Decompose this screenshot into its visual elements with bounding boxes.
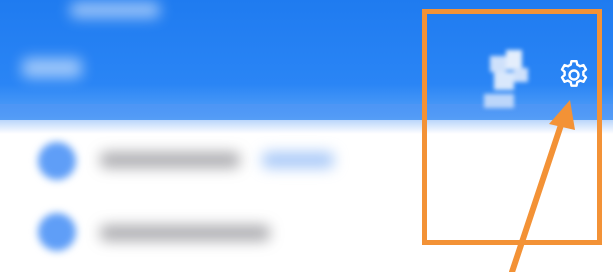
pointer-arrow — [509, 100, 575, 272]
